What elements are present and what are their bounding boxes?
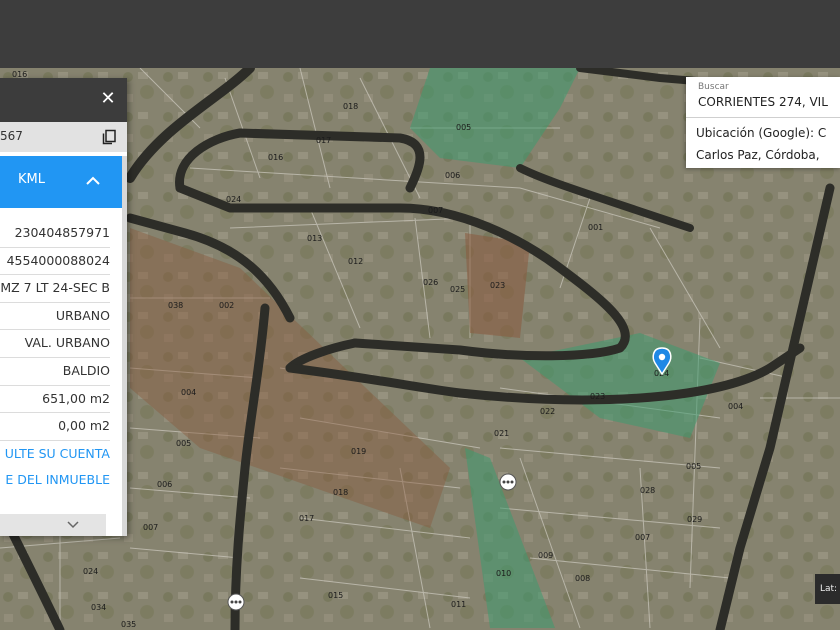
parcel-number: 002 xyxy=(219,301,234,310)
consult-account-link[interactable]: ULTE SU CUENTA xyxy=(0,441,110,468)
parcel-number: 038 xyxy=(168,301,183,310)
parcel-number: 005 xyxy=(456,123,471,132)
search-input[interactable] xyxy=(698,95,840,109)
poi-icon[interactable] xyxy=(499,473,517,491)
property-detail-link[interactable]: E DEL INMUEBLE xyxy=(0,467,110,494)
parcel-number: 004 xyxy=(181,388,196,397)
attribute-value: 4554000088024 xyxy=(0,248,110,276)
parcel-number: 007 xyxy=(428,206,443,215)
parcel-id-text: 567 xyxy=(0,129,23,143)
attribute-value: 651,00 m2 xyxy=(0,386,110,414)
parcel-number: 006 xyxy=(157,480,172,489)
parcel-number: 021 xyxy=(494,429,509,438)
panel-footer[interactable] xyxy=(0,514,106,536)
parcel-number: 018 xyxy=(333,488,348,497)
search-result[interactable]: Ubicación (Google): C Carlos Paz, Córdob… xyxy=(696,122,840,166)
parcel-number: 024 xyxy=(83,567,98,576)
parcel-number: 023 xyxy=(590,392,605,401)
close-icon[interactable]: ✕ xyxy=(97,87,119,111)
parcel-number: 015 xyxy=(328,591,343,600)
parcel-number: 018 xyxy=(343,102,358,111)
attribute-value: 0,00 m2 xyxy=(0,413,110,441)
parcel-number: 029 xyxy=(687,515,702,524)
kml-section-header[interactable]: KML xyxy=(0,156,122,208)
attribute-value: 230404857971 xyxy=(0,220,110,248)
parcel-number: 017 xyxy=(299,514,314,523)
chevron-up-icon[interactable] xyxy=(83,172,103,190)
attribute-value: BALDIO xyxy=(0,358,110,386)
parcel-number: 025 xyxy=(450,285,465,294)
search-box: Buscar Ubicación (Google): C Carlos Paz,… xyxy=(686,77,840,168)
parcel-number: 005 xyxy=(686,462,701,471)
copy-icon[interactable] xyxy=(101,129,117,145)
coordinates-readout: Lat: - xyxy=(815,574,840,604)
parcel-number: 026 xyxy=(423,278,438,287)
parcel-number: 011 xyxy=(451,600,466,609)
search-result-line: Carlos Paz, Córdoba, xyxy=(696,148,820,162)
parcel-number: 024 xyxy=(226,195,241,204)
parcel-number: 010 xyxy=(496,569,511,578)
parcel-number: 004 xyxy=(728,402,743,411)
parcel-number: 028 xyxy=(640,486,655,495)
parcel-number: 007 xyxy=(143,523,158,532)
parcel-attributes: 230404857971 4554000088024 MZ 7 LT 24-SE… xyxy=(0,220,110,494)
search-label: Buscar xyxy=(698,82,729,92)
parcel-number: 001 xyxy=(588,223,603,232)
search-divider xyxy=(686,117,840,118)
parcel-number: 007 xyxy=(635,533,650,542)
top-bar xyxy=(0,0,840,68)
parcel-number: 005 xyxy=(176,439,191,448)
parcel-number: 034 xyxy=(91,603,106,612)
parcel-number: 035 xyxy=(121,620,136,629)
parcel-info-panel: ✕ 567 KML 230404857971 4554000088024 MZ … xyxy=(0,78,127,536)
attribute-value: MZ 7 LT 24-SEC B xyxy=(0,275,110,303)
search-result-line: Ubicación (Google): C xyxy=(696,126,827,140)
panel-header: ✕ xyxy=(0,78,127,122)
attribute-value: VAL. URBANO xyxy=(0,330,110,358)
parcel-number: 022 xyxy=(540,407,555,416)
attribute-value: URBANO xyxy=(0,303,110,331)
parcel-number: 019 xyxy=(351,447,366,456)
parcel-number: 016 xyxy=(268,153,283,162)
parcel-number: 009 xyxy=(538,551,553,560)
parcel-number: 012 xyxy=(348,257,363,266)
parcel-number: 013 xyxy=(307,234,322,243)
parcel-number: 023 xyxy=(490,281,505,290)
poi-icon[interactable] xyxy=(227,593,245,611)
parcel-number: 008 xyxy=(575,574,590,583)
chevron-down-icon[interactable] xyxy=(66,520,80,530)
panel-scrollbar[interactable] xyxy=(122,156,127,536)
parcel-number: 006 xyxy=(445,171,460,180)
kml-label: KML xyxy=(18,172,45,187)
parcel-id-bar: 567 xyxy=(0,122,127,152)
parcel-number: 017 xyxy=(316,136,331,145)
